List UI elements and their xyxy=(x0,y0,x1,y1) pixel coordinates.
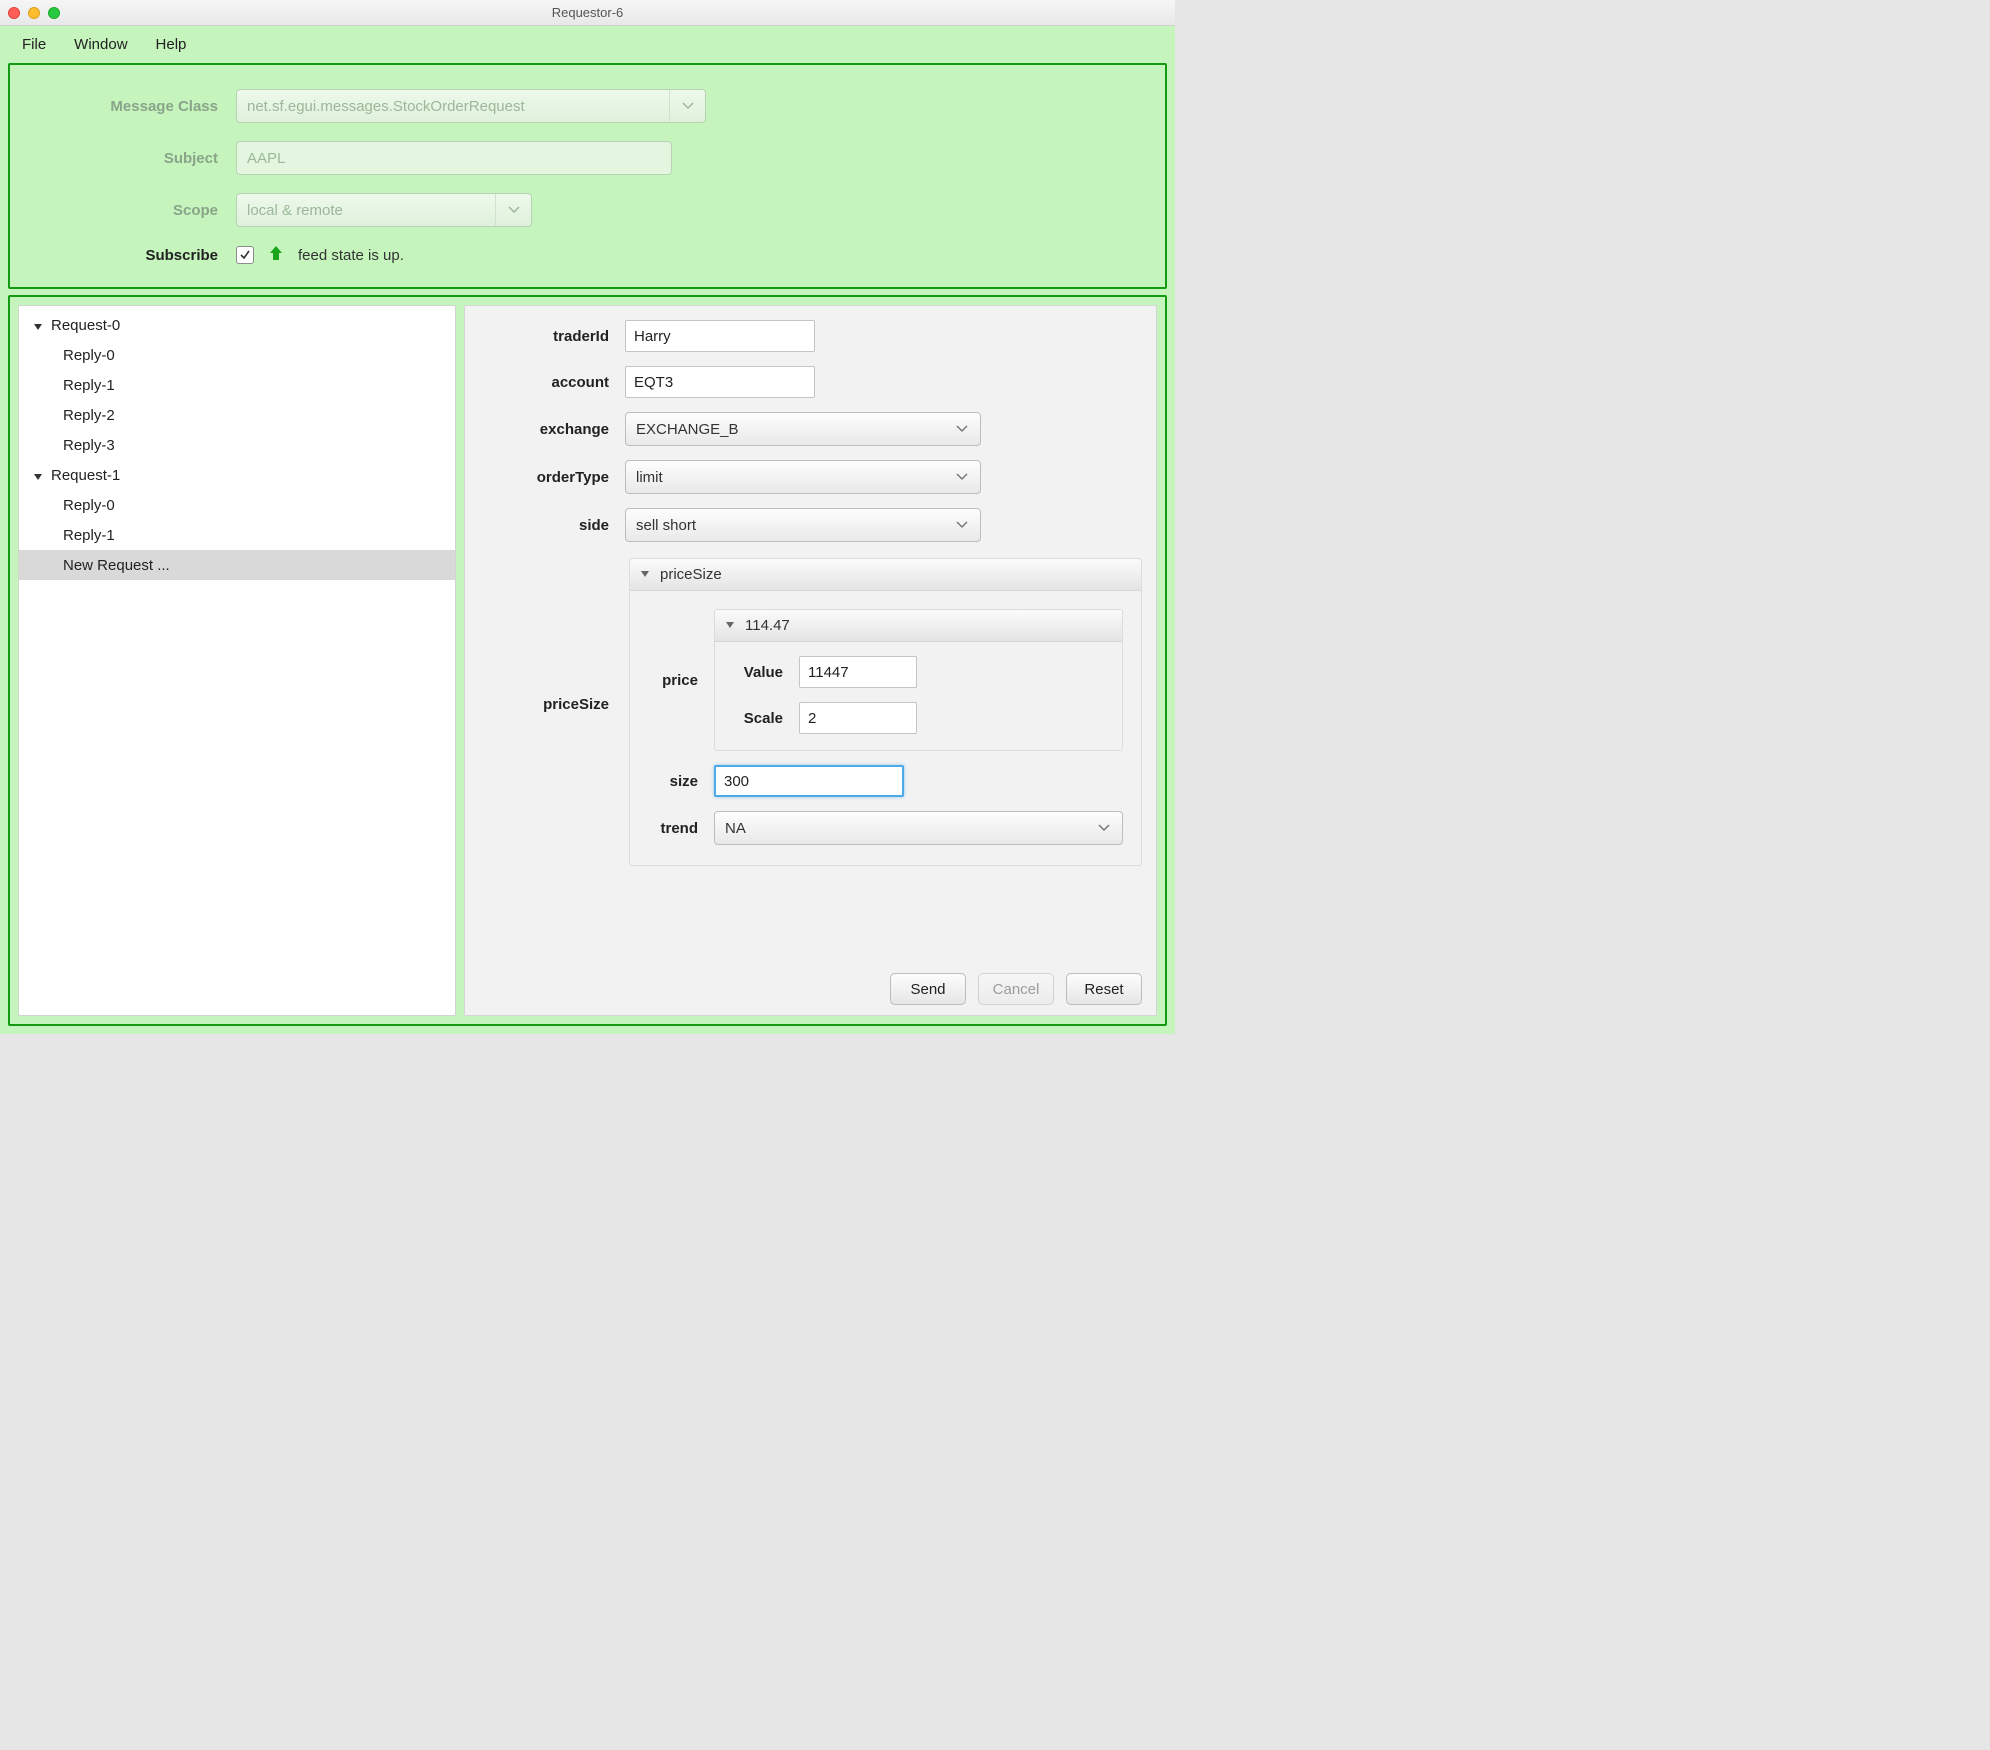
tree-item-label: Reply-1 xyxy=(63,377,115,394)
pricesize-group: priceSize price xyxy=(629,558,1142,866)
side-select[interactable]: sell short xyxy=(625,508,981,542)
subscribe-checkbox[interactable] xyxy=(236,246,254,264)
disclosure-triangle-icon xyxy=(640,566,650,583)
action-buttons: Send Cancel Reset xyxy=(479,963,1142,1005)
tree-node[interactable]: Request-0 xyxy=(19,310,455,340)
price-panel: 114.47 Value Scale xyxy=(714,609,1123,751)
tree-item-label: New Request ... xyxy=(63,557,170,574)
tree-leaf[interactable]: Reply-3 xyxy=(19,430,455,460)
message-class-value: net.sf.egui.messages.StockOrderRequest xyxy=(247,98,525,115)
scope-label: Scope xyxy=(38,202,218,219)
exchange-label: exchange xyxy=(479,421,609,438)
ordertype-label: orderType xyxy=(479,469,609,486)
tree-item-label: Reply-1 xyxy=(63,527,115,544)
window-title: Requestor-6 xyxy=(0,5,1175,20)
request-tree[interactable]: Request-0 Reply-0 Reply-1 Reply-2 Reply-3 Req… xyxy=(18,305,456,1016)
scope-value: local & remote xyxy=(247,202,343,219)
subscribe-label: Subscribe xyxy=(38,247,218,264)
size-input[interactable] xyxy=(714,765,904,797)
account-label: account xyxy=(479,374,609,391)
reset-button[interactable]: Reset xyxy=(1066,973,1142,1005)
size-label: size xyxy=(638,773,698,790)
ordertype-value: limit xyxy=(636,469,663,486)
menu-file[interactable]: File xyxy=(22,36,46,53)
trend-label: trend xyxy=(638,820,698,837)
tree-leaf[interactable]: Reply-1 xyxy=(19,520,455,550)
ordertype-select[interactable]: limit xyxy=(625,460,981,494)
traderid-label: traderId xyxy=(479,328,609,345)
subject-value: AAPL xyxy=(247,150,285,167)
price-label: price xyxy=(638,672,698,689)
cancel-button[interactable]: Cancel xyxy=(978,973,1054,1005)
titlebar: Requestor-6 xyxy=(0,0,1175,26)
tree-leaf[interactable]: New Request ... xyxy=(19,550,455,580)
message-class-combo[interactable]: net.sf.egui.messages.StockOrderRequest xyxy=(236,89,706,123)
tree-item-label: Reply-3 xyxy=(63,437,115,454)
feed-up-arrow-icon xyxy=(268,245,284,265)
chevron-down-icon xyxy=(495,194,531,226)
tree-item-label: Request-0 xyxy=(51,317,120,334)
menubar: File Window Help xyxy=(0,26,1175,63)
trend-value: NA xyxy=(725,820,746,837)
tree-leaf[interactable]: Reply-0 xyxy=(19,490,455,520)
tree-leaf[interactable]: Reply-1 xyxy=(19,370,455,400)
pricesize-label: priceSize xyxy=(479,696,609,713)
chevron-down-icon xyxy=(944,509,980,541)
feed-status-text: feed state is up. xyxy=(298,247,404,264)
side-label: side xyxy=(479,517,609,534)
message-class-label: Message Class xyxy=(38,98,218,115)
exchange-value: EXCHANGE_B xyxy=(636,421,739,438)
window-body: File Window Help Message Class net.sf.eg… xyxy=(0,26,1175,1034)
traderid-input[interactable] xyxy=(625,320,815,352)
tree-item-label: Reply-2 xyxy=(63,407,115,424)
menu-help[interactable]: Help xyxy=(156,36,187,53)
trend-select[interactable]: NA xyxy=(714,811,1123,845)
tree-item-label: Reply-0 xyxy=(63,347,115,364)
menu-window[interactable]: Window xyxy=(74,36,127,53)
scope-combo[interactable]: local & remote xyxy=(236,193,532,227)
chevron-down-icon xyxy=(944,413,980,445)
tree-item-label: Reply-0 xyxy=(63,497,115,514)
price-header[interactable]: 114.47 xyxy=(715,610,1122,642)
price-value-label: Value xyxy=(723,664,783,681)
pricesize-header-text: priceSize xyxy=(660,566,722,583)
account-input[interactable] xyxy=(625,366,815,398)
chevron-down-icon xyxy=(669,90,705,122)
price-value-input[interactable] xyxy=(799,656,917,688)
send-button[interactable]: Send xyxy=(890,973,966,1005)
exchange-select[interactable]: EXCHANGE_B xyxy=(625,412,981,446)
chevron-down-icon xyxy=(944,461,980,493)
tree-leaf[interactable]: Reply-2 xyxy=(19,400,455,430)
request-config-panel: Message Class net.sf.egui.messages.Stock… xyxy=(8,63,1167,289)
request-detail-form: traderId account exchange EXCHANGE_B ord… xyxy=(464,305,1157,1016)
disclosure-triangle-icon xyxy=(725,617,735,634)
pricesize-header[interactable]: priceSize xyxy=(630,559,1141,591)
price-header-text: 114.47 xyxy=(745,617,790,634)
chevron-down-icon xyxy=(1086,812,1122,844)
side-value: sell short xyxy=(636,517,696,534)
request-reply-panel: Request-0 Reply-0 Reply-1 Reply-2 Reply-3 Req… xyxy=(8,295,1167,1026)
price-scale-input[interactable] xyxy=(799,702,917,734)
disclosure-triangle-icon xyxy=(33,319,45,331)
tree-item-label: Request-1 xyxy=(51,467,120,484)
tree-node[interactable]: Request-1 xyxy=(19,460,455,490)
tree-leaf[interactable]: Reply-0 xyxy=(19,340,455,370)
price-scale-label: Scale xyxy=(723,710,783,727)
disclosure-triangle-icon xyxy=(33,469,45,481)
subject-label: Subject xyxy=(38,150,218,167)
subject-input[interactable]: AAPL xyxy=(236,141,672,175)
